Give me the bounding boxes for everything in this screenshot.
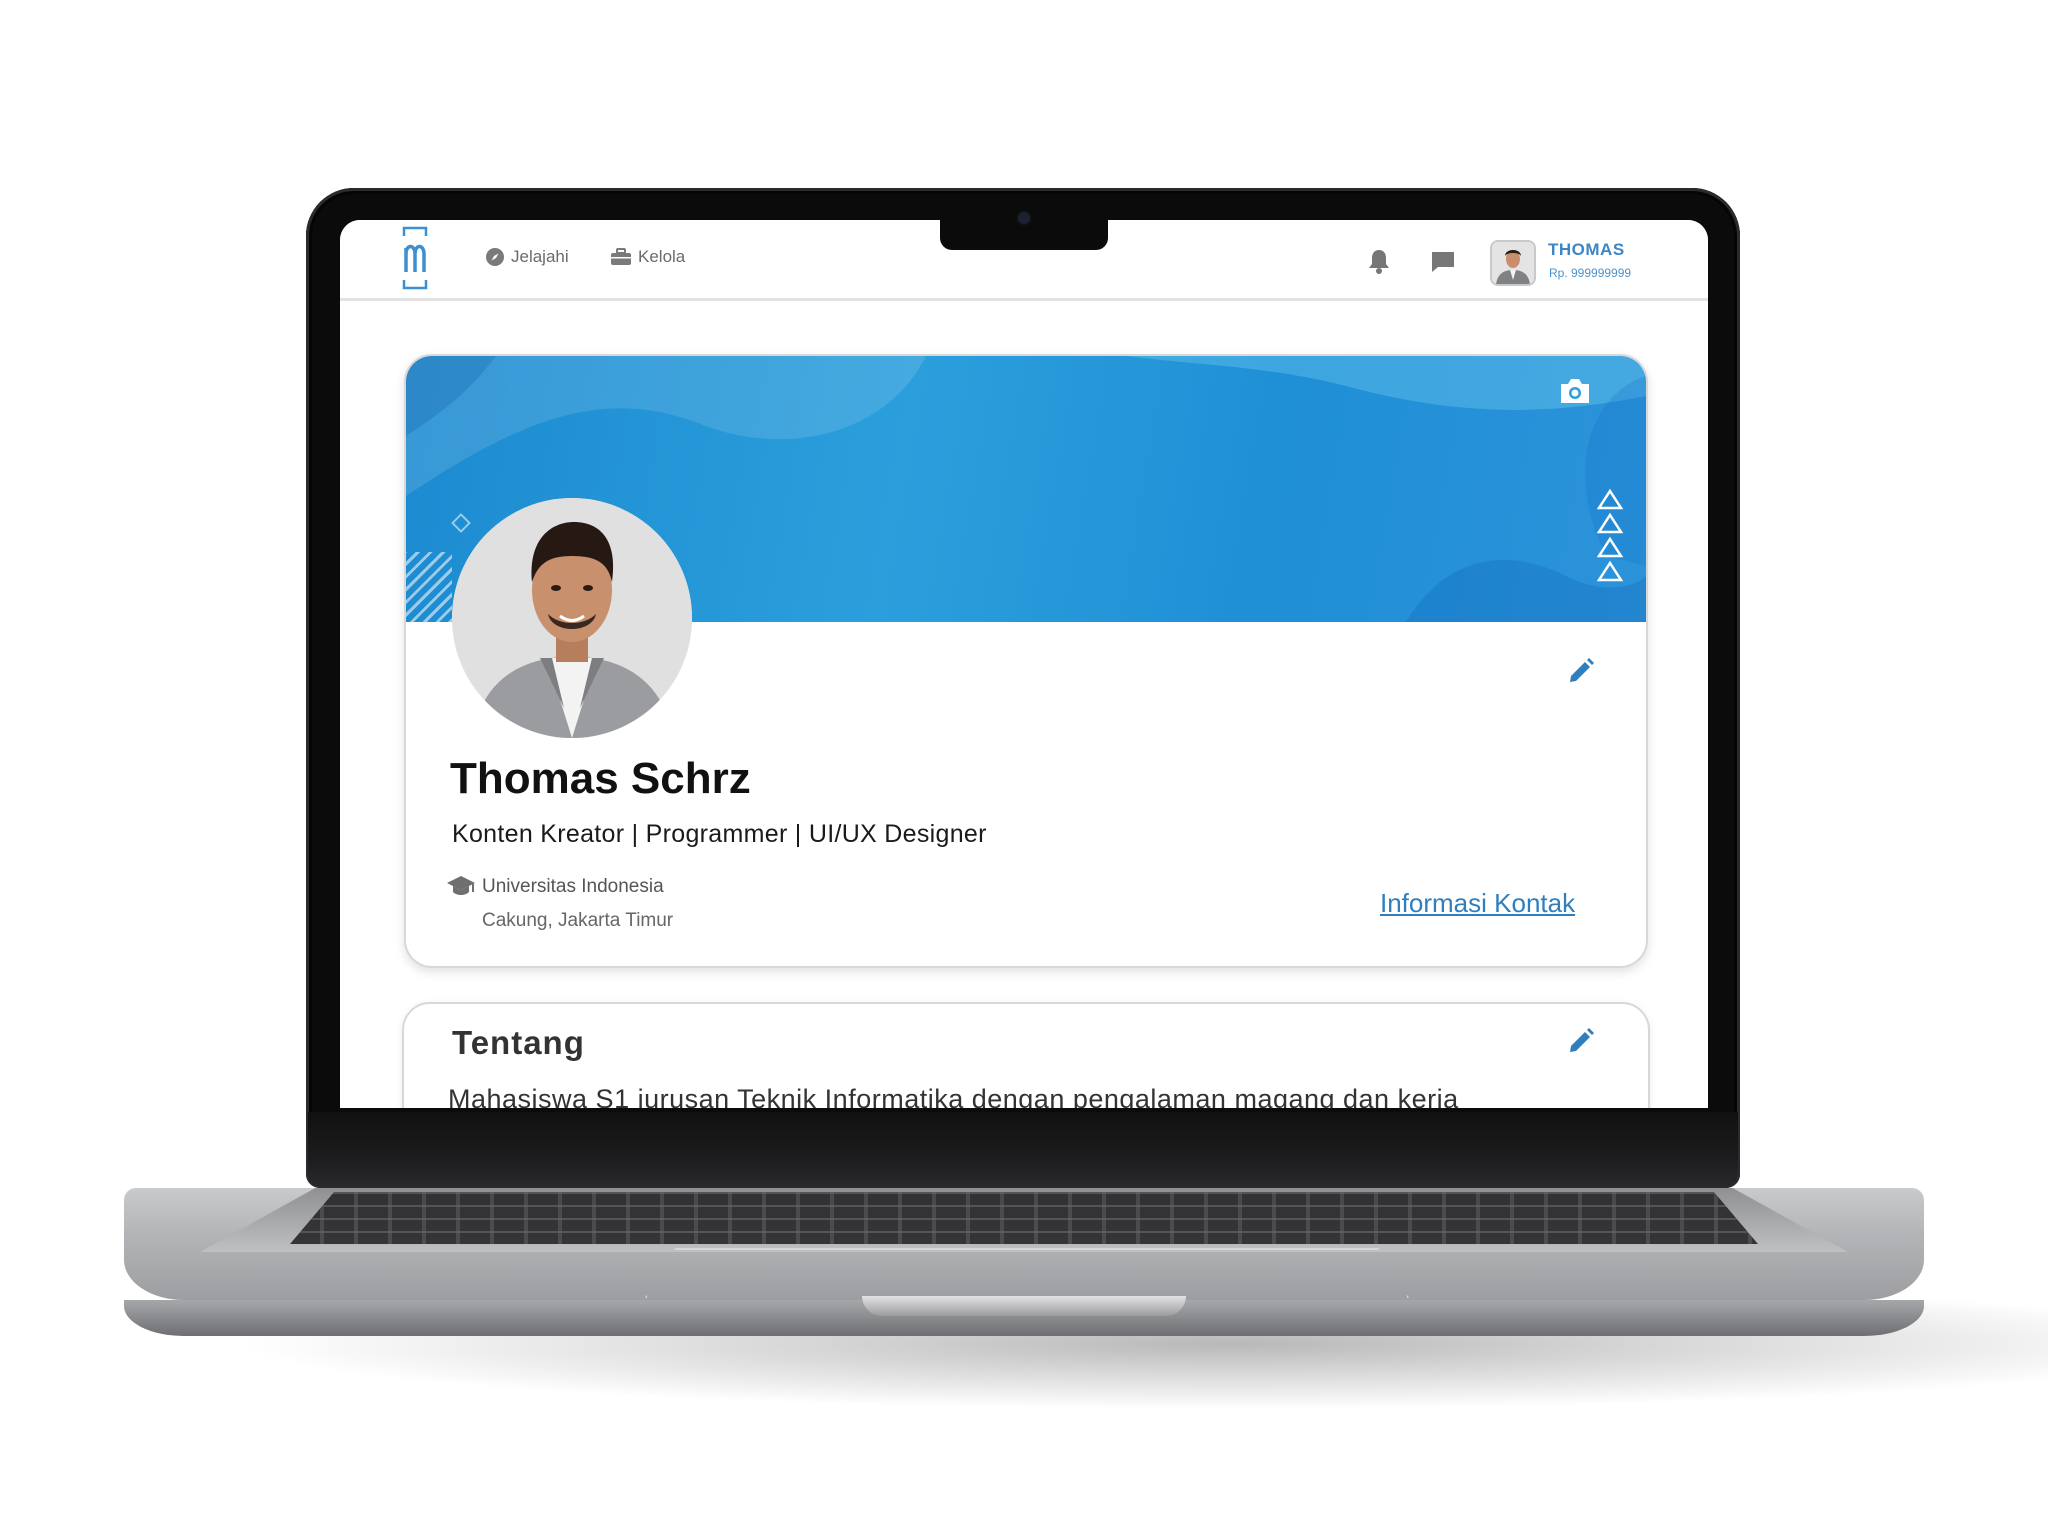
edit-profile-pencil-icon[interactable] bbox=[1566, 656, 1596, 686]
camera-icon[interactable] bbox=[1558, 376, 1592, 406]
profile-headline: Konten Kreator | Programmer | UI/UX Desi… bbox=[452, 820, 987, 848]
laptop-bezel-bottom bbox=[308, 1112, 1738, 1188]
profile-photo[interactable] bbox=[452, 498, 692, 738]
app-logo-icon[interactable] bbox=[402, 226, 428, 290]
keyboard-rows bbox=[290, 1192, 1758, 1244]
about-card: Tentang Mahasiswa S1 jurusan Teknik Info… bbox=[402, 1002, 1650, 1108]
graduation-cap-icon bbox=[447, 876, 475, 895]
contact-info-link[interactable]: Informasi Kontak bbox=[1380, 888, 1575, 919]
nav-user-name[interactable]: THOMAS bbox=[1548, 240, 1625, 260]
profile-card: Thomas Schrz Konten Kreator | Programmer… bbox=[404, 354, 1648, 968]
bell-icon[interactable] bbox=[1366, 247, 1392, 275]
camera-notch bbox=[940, 220, 1108, 250]
triangles-decoration bbox=[1596, 488, 1624, 582]
nav-kelola[interactable]: Kelola bbox=[610, 247, 685, 267]
chat-icon[interactable] bbox=[1430, 250, 1456, 274]
briefcase-icon bbox=[611, 248, 631, 265]
about-text: Mahasiswa S1 jurusan Teknik Informatika … bbox=[448, 1084, 1459, 1108]
nav-kelola-label: Kelola bbox=[638, 247, 686, 266]
profile-school: Universitas Indonesia bbox=[482, 876, 664, 897]
nav-user-balance: Rp. 999999999 bbox=[1549, 266, 1632, 280]
laptop-trackpad bbox=[645, 1248, 1409, 1298]
laptop-screen: Jelajahi Kelola THOMAS Rp. 999999999 Tho… bbox=[340, 220, 1708, 1108]
laptop-opening-notch bbox=[862, 1296, 1186, 1316]
user-avatar-icon bbox=[1492, 242, 1534, 284]
compass-icon bbox=[486, 248, 504, 266]
profile-location: Cakung, Jakarta Timur bbox=[482, 910, 674, 931]
nav-jelajahi[interactable]: Jelajahi bbox=[485, 247, 569, 267]
nav-jelajahi-label: Jelajahi bbox=[511, 247, 569, 266]
webcam-icon bbox=[1018, 212, 1030, 224]
profile-photo-image bbox=[452, 498, 692, 738]
nav-avatar[interactable] bbox=[1490, 240, 1536, 286]
edit-about-pencil-icon[interactable] bbox=[1566, 1026, 1596, 1056]
banner-hatch-decoration bbox=[406, 552, 452, 622]
profile-name: Thomas Schrz bbox=[450, 754, 751, 803]
about-title: Tentang bbox=[452, 1024, 585, 1061]
